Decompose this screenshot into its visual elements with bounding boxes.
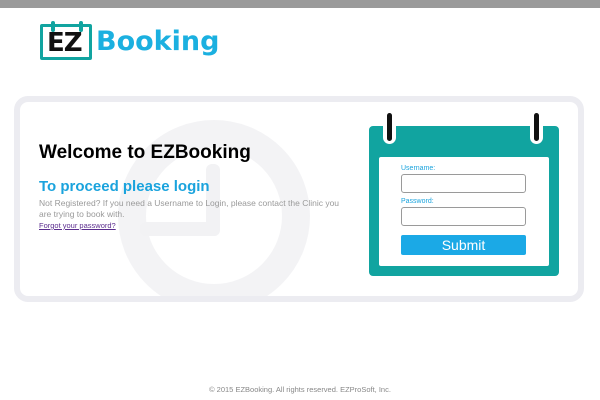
password-input[interactable] — [401, 207, 526, 226]
calendar-ring-icon — [530, 110, 543, 144]
logo-calendar-icon: EZ — [40, 21, 92, 60]
logo-word: Booking — [96, 26, 220, 57]
welcome-title: Welcome to EZBooking — [39, 142, 251, 163]
username-label: Username: — [401, 165, 436, 172]
top-bar — [0, 0, 600, 8]
calendar-ring-inner — [534, 113, 539, 141]
login-form: Username: Password: Submit — [379, 157, 549, 266]
forgot-password-link[interactable]: Forgot your password? — [39, 221, 116, 230]
footer-copyright: © 2015 EZBooking. All rights reserved. E… — [209, 385, 391, 394]
proceed-heading: To proceed please login — [39, 178, 210, 195]
username-input[interactable] — [401, 174, 526, 193]
registration-note: Not Registered? If you need a Username t… — [39, 198, 340, 219]
login-calendar: Username: Password: Submit — [369, 110, 559, 276]
calendar-ring-inner — [387, 113, 392, 141]
submit-button[interactable]: Submit — [401, 235, 526, 255]
logo-ez-text: EZ — [47, 28, 83, 58]
calendar-ring-icon — [383, 110, 396, 144]
password-label: Password: — [401, 198, 434, 205]
ezbooking-logo: EZ Booking — [40, 16, 240, 62]
clock-watermark-hand — [140, 222, 220, 236]
